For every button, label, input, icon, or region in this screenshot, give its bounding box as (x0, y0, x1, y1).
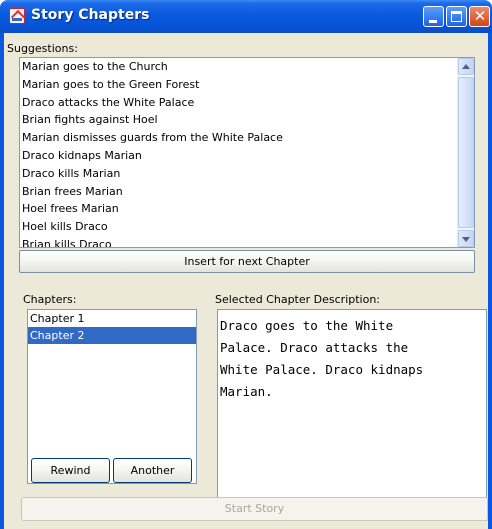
close-button[interactable]: ✕ (469, 6, 490, 27)
chapter-item[interactable]: Chapter 1 (28, 310, 196, 327)
minimize-button[interactable] (423, 6, 444, 27)
suggestion-item[interactable]: Marian dismisses guards from the White P… (20, 129, 474, 147)
suggestion-item[interactable]: Hoel kills Draco (20, 218, 474, 236)
chapter-description-text[interactable]: Draco goes to the White Palace. Draco at… (217, 309, 487, 521)
suggestions-scrollbar[interactable] (457, 58, 474, 247)
another-button[interactable]: Another (113, 458, 192, 483)
suggestions-list[interactable]: Marian goes to the Church Marian goes to… (19, 57, 475, 248)
suggestion-item[interactable]: Hoel frees Marian (20, 200, 474, 218)
application-window: Story Chapters ✕ Suggestions: Marian goe… (0, 0, 492, 529)
suggestion-item[interactable]: Marian goes to the Green Forest (20, 76, 474, 94)
suggestion-item[interactable]: Draco kills Marian (20, 165, 474, 183)
client-area: Suggestions: Marian goes to the Church M… (4, 33, 488, 529)
chapters-label: Chapters: (23, 293, 77, 306)
java-app-icon (9, 8, 25, 24)
arrow-up-icon (462, 64, 470, 69)
scroll-thumb[interactable] (458, 77, 474, 228)
rewind-button[interactable]: Rewind (31, 458, 110, 483)
suggestions-label: Suggestions: (7, 42, 78, 55)
title-bar[interactable]: Story Chapters ✕ (0, 0, 492, 33)
suggestion-item[interactable]: Brian kills Draco (20, 236, 474, 247)
insert-next-chapter-button[interactable]: Insert for next Chapter (19, 250, 475, 273)
suggestion-item[interactable]: Brian frees Marian (20, 183, 474, 201)
close-icon: ✕ (473, 7, 487, 25)
chapter-item-selected[interactable]: Chapter 2 (28, 327, 196, 344)
suggestion-item[interactable]: Marian goes to the Church (20, 58, 474, 76)
suggestion-item[interactable]: Draco attacks the White Palace (20, 94, 474, 112)
suggestion-item[interactable]: Brian fights against Hoel (20, 111, 474, 129)
suggestion-item[interactable]: Draco kidnaps Marian (20, 147, 474, 165)
description-label: Selected Chapter Description: (215, 293, 381, 306)
scroll-down-button[interactable] (458, 230, 474, 247)
scroll-up-button[interactable] (458, 58, 474, 75)
description-line: Marian. (220, 384, 273, 399)
minimize-icon (429, 20, 437, 23)
maximize-button[interactable] (446, 6, 467, 27)
start-story-button[interactable]: Start Story (21, 497, 488, 521)
description-line: Palace. Draco attacks the (220, 340, 409, 355)
window-border-right (488, 33, 492, 529)
window-title: Story Chapters (31, 7, 150, 23)
description-line: Draco goes to the White (220, 318, 394, 333)
description-line: White Palace. Draco kidnaps (220, 362, 424, 377)
arrow-down-icon (462, 237, 470, 242)
maximize-icon (451, 11, 462, 22)
